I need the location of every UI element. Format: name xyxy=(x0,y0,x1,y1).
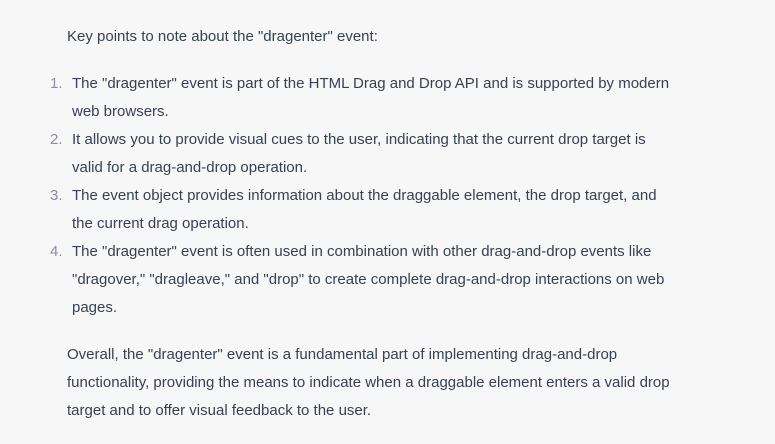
intro-paragraph: Key points to note about the "dragenter"… xyxy=(67,28,378,45)
list-item: 1. The "dragenter" event is part of the H… xyxy=(0,70,669,126)
list-item-text: The "dragenter" event is part of the HTM… xyxy=(72,75,670,120)
list-item-text: It allows you to provide visual cues to … xyxy=(72,131,646,176)
list-number: 3. xyxy=(50,187,63,204)
key-points-list: 1. The "dragenter" event is part of the H… xyxy=(0,70,669,322)
list-item-text: The event object provides information ab… xyxy=(72,187,657,232)
list-number: 1. xyxy=(50,75,63,92)
list-item: 2. It allows you to provide visual cues t… xyxy=(0,126,669,182)
list-item: 3. The event object provides information … xyxy=(0,182,669,238)
list-number: 4. xyxy=(50,243,63,260)
list-item-text: The "dragenter" event is often used in c… xyxy=(72,243,665,316)
list-item: 4. The "dragenter" event is often used in… xyxy=(0,238,669,322)
summary-paragraph: Overall, the "dragenter" event is a fund… xyxy=(67,346,670,419)
list-number: 2. xyxy=(50,131,63,148)
